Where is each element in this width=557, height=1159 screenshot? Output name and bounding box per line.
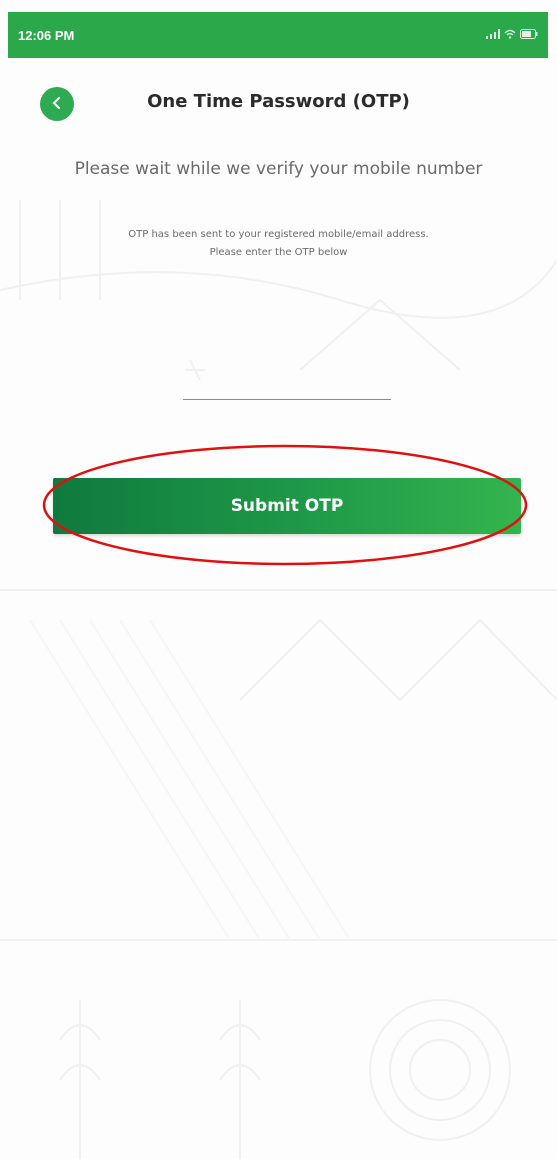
battery-icon — [520, 28, 538, 42]
header: One Time Password (OTP) — [0, 85, 557, 125]
signal-icon — [486, 28, 500, 42]
status-time: 12:06 PM — [18, 27, 75, 43]
otp-input[interactable] — [183, 360, 391, 400]
otp-info: OTP has been sent to your registered mob… — [60, 226, 497, 262]
otp-screen: 12:06 PM One Time Password (OTP) Please … — [0, 0, 557, 1159]
status-icons — [486, 28, 538, 42]
otp-info-line2: Please enter the OTP below — [209, 247, 348, 258]
status-bar: 12:06 PM — [8, 12, 548, 58]
wifi-icon — [504, 29, 516, 42]
submit-otp-button[interactable]: Submit OTP — [53, 478, 521, 534]
otp-info-line1: OTP has been sent to your registered mob… — [128, 229, 429, 240]
page-title: One Time Password (OTP) — [147, 91, 410, 112]
verify-message: Please wait while we verify your mobile … — [74, 159, 483, 179]
